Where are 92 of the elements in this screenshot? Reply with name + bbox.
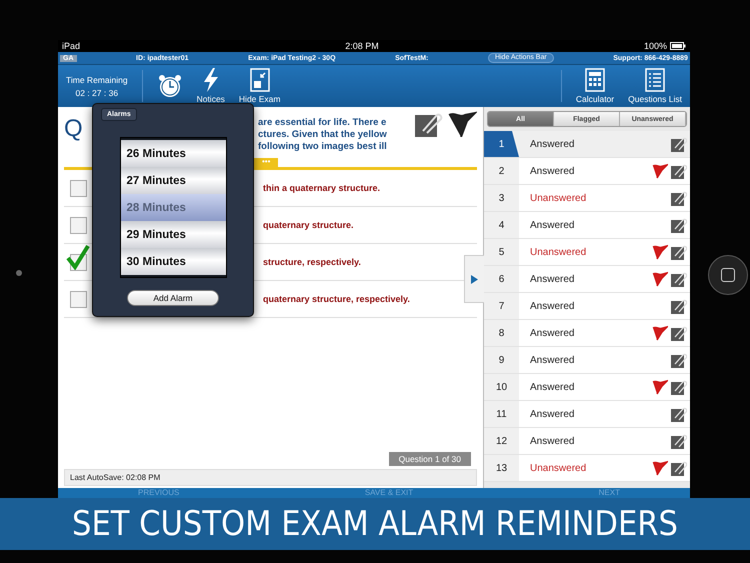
paperclip-icon[interactable] [671,460,687,476]
question-row[interactable]: 11 Answered [484,401,690,428]
answer-status: Unanswered [529,246,588,258]
time-remaining-value: 02 : 27 : 36 [76,88,118,98]
answer-checkbox[interactable] [70,180,87,196]
question-row[interactable]: 1 Answered [484,131,690,158]
question-number: 1 [484,131,519,157]
collapse-panel-button[interactable] [464,255,484,303]
answer-option: structure, respectively. [263,257,361,267]
paperclip-icon[interactable] [671,244,687,260]
paperclip-icon[interactable] [671,406,687,422]
toolbar-label: Calculator [576,94,614,104]
question-number: 10 [484,374,519,400]
toolbar-label: Notices [196,94,225,104]
paperclip-icon[interactable] [671,163,687,179]
paperclip-icon[interactable] [415,111,443,137]
question-number: 7 [484,293,519,319]
question-counter: Question 1 of 30 [388,452,471,466]
answer-status: Answered [529,436,576,446]
question-number: 4 [484,212,519,238]
time-remaining-label: Time Remaining [66,74,128,84]
paperclip-icon[interactable] [671,136,687,152]
paperclip-icon[interactable] [671,190,687,206]
question-row[interactable]: 9 Answered [484,347,690,374]
answer-status: Unanswered [529,192,588,204]
answer-checkbox[interactable] [70,216,87,234]
battery-icon [670,42,686,50]
answer-status: Answered [529,138,576,150]
question-row[interactable]: 4 Answered [484,212,690,239]
question-text: following two images best ill [258,141,388,153]
minutes-picker[interactable]: 26 Minutes 27 Minutes 28 Minutes 29 Minutes 30 Minutes [120,137,226,278]
clock: 2:08 PM [345,41,379,51]
question-number: 6 [484,266,519,292]
question-number: Q [64,115,84,143]
question-number: 2 [484,158,519,184]
question-row[interactable]: 12 Answered [484,428,690,455]
expand-icon [471,274,478,284]
answer-option: quaternary structure, respectively. [263,294,410,304]
question-number: 9 [484,347,519,373]
camera-dot [16,270,22,276]
question-number: 8 [484,320,519,346]
toolbar-label: Hide Exam [238,94,280,104]
toolbar-label: Questions List [628,94,682,104]
answer-status: Answered [529,274,576,284]
answer-status: Answered [529,300,576,312]
answer-status: Unanswered [529,462,588,474]
question-text: ctures. Given that the yellow [258,129,388,141]
question-number: 12 [484,428,519,454]
minimize-window-icon[interactable] [250,68,270,92]
paperclip-icon[interactable] [671,352,687,368]
picker-option[interactable]: 30 Minutes [120,248,226,275]
answer-status: Answered [529,328,576,338]
answer-option: thin a quaternary structure. [263,183,380,193]
lightning-bolt-icon[interactable] [202,68,220,92]
question-row[interactable]: 8 Answered [484,320,690,347]
promo-banner: SET CUSTOM EXAM ALARM REMINDERS [0,498,750,550]
question-row[interactable]: 5 Unanswered [484,239,690,266]
add-alarm-button[interactable]: Add Alarm [127,290,219,306]
device-name: iPad [62,41,80,51]
answer-checkbox[interactable] [70,290,87,308]
answer-status: Answered [529,408,576,420]
answer-status: Answered [529,220,576,230]
question-row[interactable]: 7 Answered [484,293,690,320]
picker-option[interactable]: 29 Minutes [120,221,226,248]
paperclip-icon[interactable] [671,379,687,395]
paperclip-icon[interactable] [671,325,687,341]
alarm-clock-icon[interactable] [156,73,183,99]
battery-level: 100% [644,41,667,51]
question-number: 13 [484,455,519,481]
question-row[interactable]: 10 Answered [484,374,690,401]
question-row[interactable]: 13 Unanswered [484,455,690,482]
answer-option: quaternary structure. [263,220,354,230]
question-number: 11 [484,401,519,427]
question-number: 5 [484,239,519,265]
answer-status: Answered [529,166,576,176]
calculator-icon[interactable] [584,68,605,92]
list-icon[interactable] [645,68,666,92]
paperclip-icon[interactable] [671,217,687,233]
question-number: 3 [484,185,519,211]
autosave-status: Last AutoSave: 02:08 PM [64,469,477,486]
picker-option[interactable]: 27 Minutes [120,167,226,194]
answer-status: Answered [529,382,576,392]
answer-status: Answered [529,354,576,366]
picker-option[interactable]: 26 Minutes [120,140,226,167]
question-row[interactable]: 3 Unanswered [484,185,690,212]
checkmark-icon [66,244,90,270]
paperclip-icon[interactable] [671,433,687,449]
paperclip-icon[interactable] [671,271,687,287]
question-text: are essential for life. There e [258,117,388,129]
question-row[interactable]: 2 Answered [484,158,690,185]
question-row[interactable]: 6 Answered [484,266,690,293]
paperclip-icon[interactable] [671,298,687,314]
